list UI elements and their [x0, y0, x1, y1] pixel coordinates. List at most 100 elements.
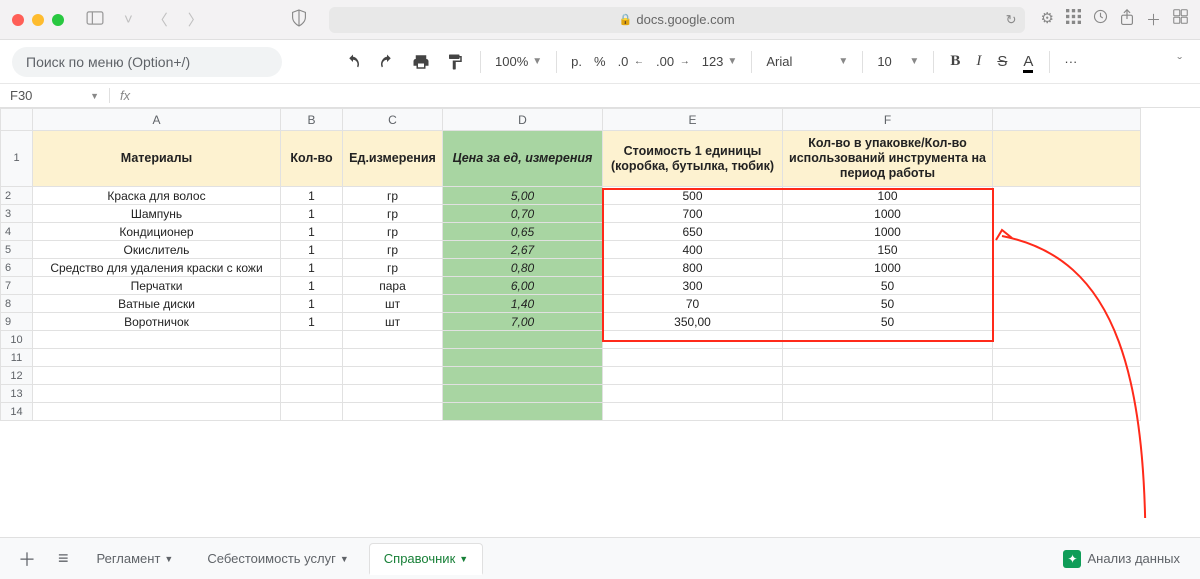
- maximize-window-button[interactable]: [52, 14, 64, 26]
- row-header[interactable]: 7: [1, 277, 33, 295]
- sheet-tab-spravochnik[interactable]: Справочник▼: [369, 543, 483, 575]
- explore-button[interactable]: ✦ Анализ данных: [1053, 544, 1190, 574]
- cell-unit[interactable]: гр: [343, 241, 443, 259]
- col-header-E[interactable]: E: [603, 109, 783, 131]
- col-header-blank[interactable]: [993, 109, 1141, 131]
- header-qty[interactable]: Кол-во: [281, 131, 343, 187]
- new-tab-icon[interactable]: ＋: [1146, 9, 1161, 30]
- cell-price[interactable]: 6,00: [443, 277, 603, 295]
- row-header[interactable]: 10: [1, 331, 33, 349]
- sheet-tab-reglament[interactable]: Регламент▼: [83, 544, 188, 573]
- cell-cost[interactable]: 800: [603, 259, 783, 277]
- cell-blank[interactable]: [993, 367, 1141, 385]
- cell-empty[interactable]: [33, 349, 281, 367]
- cell-uses[interactable]: 100: [783, 187, 993, 205]
- cell-qty[interactable]: 1: [281, 259, 343, 277]
- cell-qty[interactable]: 1: [281, 205, 343, 223]
- cell-empty[interactable]: [603, 349, 783, 367]
- cell-empty[interactable]: [443, 385, 603, 403]
- cell-price[interactable]: 0,70: [443, 205, 603, 223]
- cell-empty[interactable]: [343, 331, 443, 349]
- cell-qty[interactable]: 1: [281, 187, 343, 205]
- row-header[interactable]: 2: [1, 187, 33, 205]
- shield-icon[interactable]: [285, 7, 313, 33]
- cell-blank[interactable]: [993, 385, 1141, 403]
- header-uses[interactable]: Кол-во в упаковке/Кол-во использований и…: [783, 131, 993, 187]
- cell-empty[interactable]: [281, 367, 343, 385]
- cell-blank[interactable]: [993, 403, 1141, 421]
- header-materials[interactable]: Материалы: [33, 131, 281, 187]
- col-header-A[interactable]: A: [33, 109, 281, 131]
- font-family-dropdown[interactable]: Arial▼: [762, 50, 852, 73]
- cell-qty[interactable]: 1: [281, 241, 343, 259]
- close-window-button[interactable]: [12, 14, 24, 26]
- strikethrough-button[interactable]: S: [991, 49, 1013, 74]
- cell-cost[interactable]: 350,00: [603, 313, 783, 331]
- cell-material[interactable]: Средство для удаления краски с кожи: [33, 259, 281, 277]
- col-header-F[interactable]: F: [783, 109, 993, 131]
- header-cost[interactable]: Стоимость 1 единицы (коробка, бутылка, т…: [603, 131, 783, 187]
- font-size-dropdown[interactable]: 10▼: [873, 50, 923, 73]
- cell-empty[interactable]: [443, 331, 603, 349]
- header-price[interactable]: Цена за ед, измерения: [443, 131, 603, 187]
- sheet-tab-sebestoimost[interactable]: Себестоимость услуг▼: [193, 544, 362, 573]
- history-clock-icon[interactable]: [1093, 9, 1108, 30]
- all-sheets-button[interactable]: ≡: [50, 544, 77, 573]
- cell-empty[interactable]: [603, 331, 783, 349]
- spreadsheet-grid[interactable]: A B C D E F 1 Материалы Кол-во Ед.измере…: [0, 108, 1200, 518]
- row-header[interactable]: 11: [1, 349, 33, 367]
- cell-empty[interactable]: [343, 367, 443, 385]
- row-header[interactable]: 4: [1, 223, 33, 241]
- sidebar-toggle-icon[interactable]: [80, 9, 110, 31]
- cell-unit[interactable]: гр: [343, 187, 443, 205]
- cell-uses[interactable]: 150: [783, 241, 993, 259]
- cell-unit[interactable]: шт: [343, 295, 443, 313]
- increase-decimal-button[interactable]: .00 →: [652, 50, 694, 73]
- cell-price[interactable]: 0,65: [443, 223, 603, 241]
- paint-format-button[interactable]: [440, 49, 470, 75]
- cell-empty[interactable]: [443, 403, 603, 421]
- cell-empty[interactable]: [343, 385, 443, 403]
- print-button[interactable]: [406, 49, 436, 75]
- cell-unit[interactable]: пара: [343, 277, 443, 295]
- cell-material[interactable]: Кондиционер: [33, 223, 281, 241]
- cell-empty[interactable]: [343, 349, 443, 367]
- cell-blank[interactable]: [993, 205, 1141, 223]
- row-header[interactable]: 5: [1, 241, 33, 259]
- minimize-window-button[interactable]: [32, 14, 44, 26]
- cell-uses[interactable]: 1000: [783, 223, 993, 241]
- cell-uses[interactable]: 50: [783, 295, 993, 313]
- cell-qty[interactable]: 1: [281, 223, 343, 241]
- cell-qty[interactable]: 1: [281, 313, 343, 331]
- cell-empty[interactable]: [603, 385, 783, 403]
- apps-grid-icon[interactable]: [1066, 9, 1081, 30]
- row-header[interactable]: 9: [1, 313, 33, 331]
- cell-material[interactable]: Краска для волос: [33, 187, 281, 205]
- cell-empty[interactable]: [783, 349, 993, 367]
- cell-unit[interactable]: гр: [343, 259, 443, 277]
- cell-empty[interactable]: [443, 367, 603, 385]
- cell-material[interactable]: Воротничок: [33, 313, 281, 331]
- name-box[interactable]: F30 ▼: [0, 88, 110, 103]
- cell-price[interactable]: 7,00: [443, 313, 603, 331]
- col-header-D[interactable]: D: [443, 109, 603, 131]
- cell-empty[interactable]: [33, 367, 281, 385]
- cell-unit[interactable]: гр: [343, 205, 443, 223]
- cell-blank[interactable]: [993, 331, 1141, 349]
- select-all-corner[interactable]: [1, 109, 33, 131]
- col-header-C[interactable]: C: [343, 109, 443, 131]
- cell-qty[interactable]: 1: [281, 277, 343, 295]
- cell-blank[interactable]: [993, 241, 1141, 259]
- cell-unit[interactable]: шт: [343, 313, 443, 331]
- cell-qty[interactable]: 1: [281, 295, 343, 313]
- menu-search-input[interactable]: Поиск по меню (Option+/): [12, 47, 282, 77]
- cell-material[interactable]: Окислитель: [33, 241, 281, 259]
- cell-empty[interactable]: [783, 367, 993, 385]
- reload-icon[interactable]: ↻: [1006, 12, 1017, 28]
- row-header[interactable]: 8: [1, 295, 33, 313]
- cell-blank[interactable]: [993, 259, 1141, 277]
- row-header[interactable]: 14: [1, 403, 33, 421]
- cell-blank[interactable]: [993, 313, 1141, 331]
- cell-unit[interactable]: гр: [343, 223, 443, 241]
- row-header[interactable]: 3: [1, 205, 33, 223]
